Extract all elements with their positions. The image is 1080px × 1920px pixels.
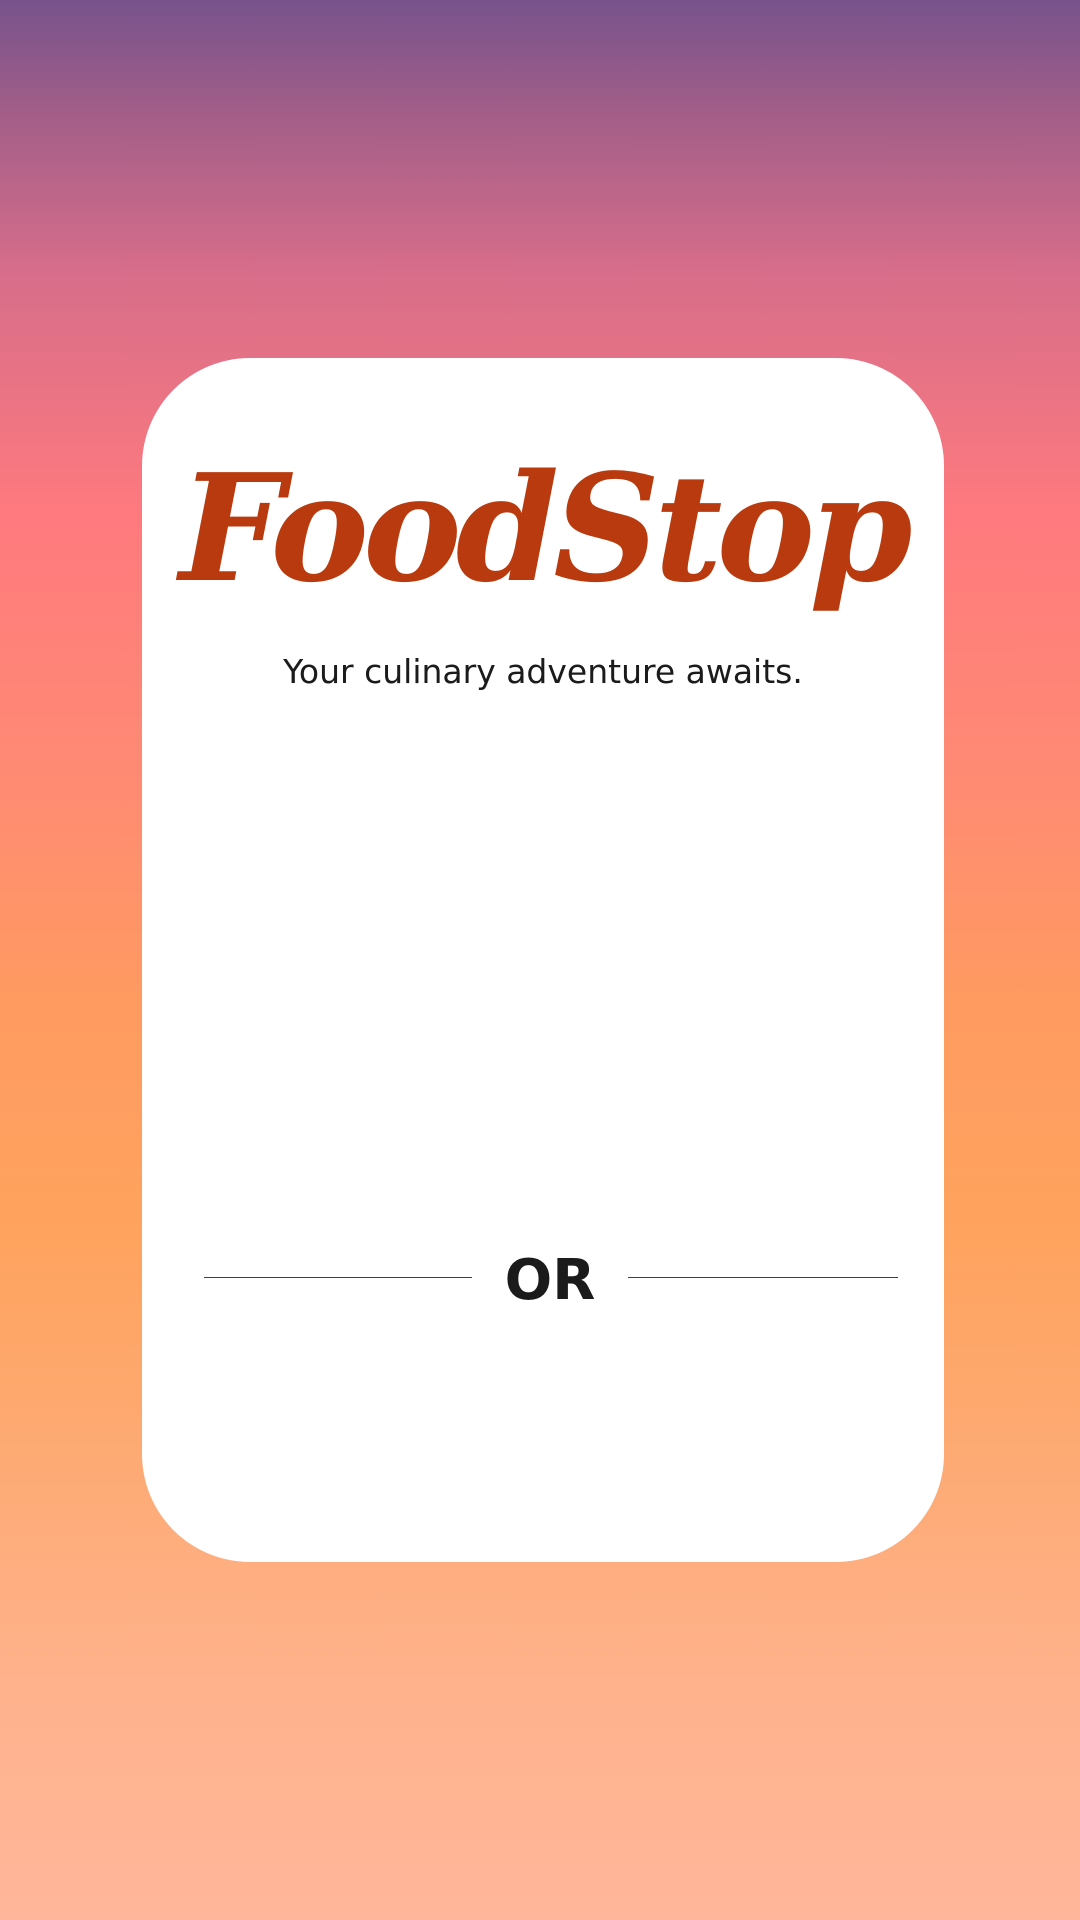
auth-card: FoodStop Your culinary adventure awaits.…	[142, 358, 944, 1562]
app-logo: FoodStop	[179, 441, 912, 615]
separator-line-right	[628, 1277, 898, 1278]
app-tagline: Your culinary adventure awaits.	[283, 652, 803, 691]
or-separator-label: OR	[504, 1248, 596, 1313]
separator-line-left	[204, 1277, 472, 1278]
